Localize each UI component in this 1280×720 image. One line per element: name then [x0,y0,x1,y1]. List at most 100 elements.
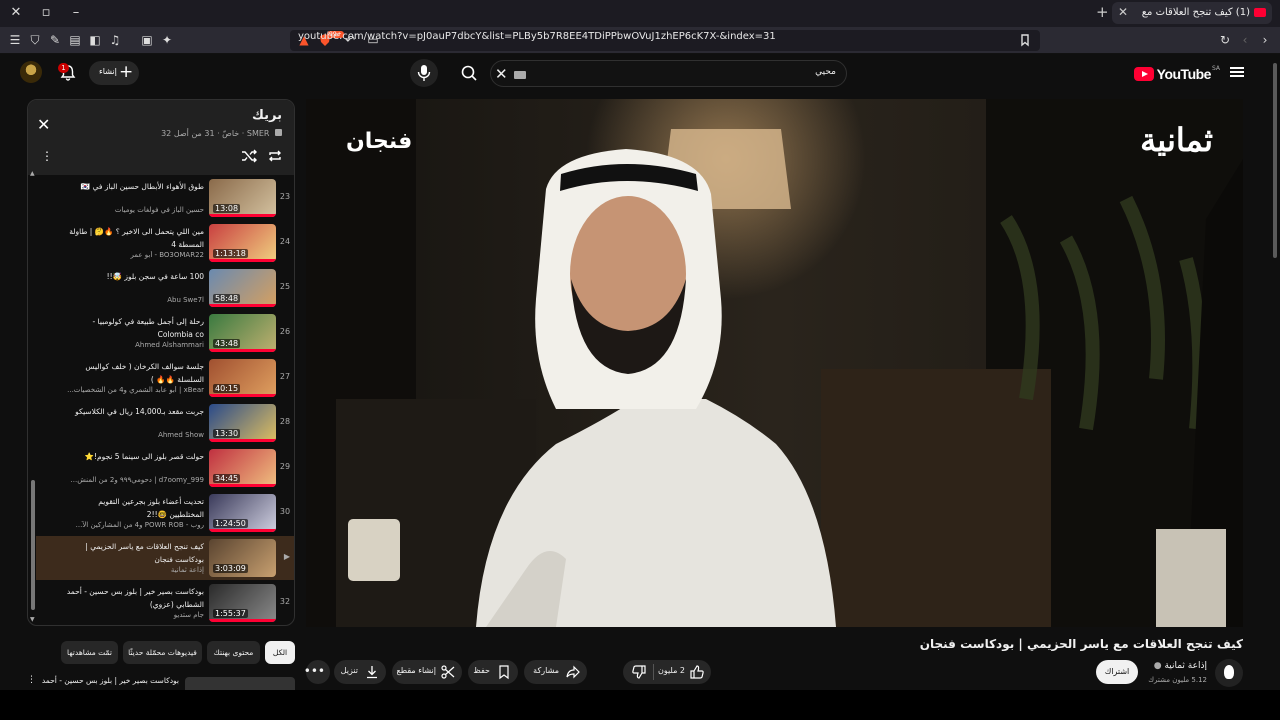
playlist-item-channel: xBear | أبو عابد الشمري و4 من الشخصيات..… [67,386,204,394]
guide-menu-icon[interactable] [1230,65,1244,79]
search-input[interactable]: محيي ✕ [490,60,847,87]
close-tab-icon[interactable]: ✕ [1118,5,1128,19]
search-button[interactable] [452,60,486,87]
clear-search-icon[interactable]: ✕ [495,65,508,83]
save-button[interactable]: حفظ [468,660,518,684]
video-duration: 1:55:37 [213,609,248,618]
channel-name[interactable]: إذاعة ثمانية [1164,661,1207,671]
browser-tab[interactable]: (1) كيف تنجح العلاقات مع ياسر ✕ [1112,2,1272,24]
dislike-icon[interactable] [631,664,647,680]
sidebar-icon[interactable]: ◧ [88,33,102,47]
video-thumbnail[interactable]: 1:24:50 [209,494,276,532]
music-icon[interactable]: ♫ [108,33,122,47]
save-icon [496,664,512,680]
playlist-item[interactable]: 29 34:45 حولت قصر بلوز الى سينما 5 نجوم!⭐ d… [36,446,294,490]
video-title[interactable]: بودكاست بصير خير | بلوز بس حسين - أحمد [42,676,179,685]
more-options-icon[interactable]: ⋮ [27,675,36,685]
chip-recently-uploaded[interactable]: فيديوهات محمّلة حديثًا [123,641,202,664]
close-playlist-icon[interactable]: ✕ [37,115,50,134]
chip-watched[interactable]: تمّت مشاهدتها [61,641,118,664]
create-button[interactable]: إنشاء + [89,61,139,85]
loop-icon[interactable] [266,147,284,165]
shuffle-icon[interactable] [240,147,258,165]
playlist-item-title[interactable]: جلسة سوالف الكرخان ( خلف كواليس السلسلة … [64,360,204,386]
voice-search-button[interactable] [410,59,438,87]
back-icon[interactable]: ‹ [1238,33,1252,47]
tabs-icon[interactable]: ▤ [68,33,82,47]
share-button[interactable]: مشاركة [524,660,587,684]
extensions-icon[interactable]: ✦ [160,33,174,47]
like-icon[interactable] [689,664,705,680]
playlist-item[interactable]: 30 1:24:50 تحديت أعضاء بلوز بجرعين التقويم… [36,491,294,535]
new-tab-button[interactable]: + [1096,3,1109,21]
youtube-logo[interactable]: YouTube SA [1133,65,1220,83]
clip-button[interactable]: إنشاء مقطع [392,660,462,684]
subscribe-button[interactable]: اشتراك [1096,660,1138,684]
forward-icon[interactable]: › [1258,33,1272,47]
playlist-item-title[interactable]: رحلة إلى أجمل طبيعة في كولومبيا - Colomb… [64,315,204,341]
more-actions-icon[interactable]: ⋮ [41,149,53,163]
minimize-window-icon[interactable]: – [66,4,86,22]
shield-icon[interactable]: ⛉ [28,33,42,47]
playlist-item-title[interactable]: 100 ساعة في سجن بلوز 🤯!! [64,270,204,283]
create-label: إنشاء [99,67,117,76]
video-player[interactable]: فنجان ثمانية [306,99,1243,627]
video-thumbnail[interactable]: 3:03:09 [209,539,276,577]
video-thumbnail[interactable]: 58:48 [209,269,276,307]
playlist-item-title[interactable]: مين اللي يتحمل الى الاخير ؟ 🔥🤔 | طاولة ا… [64,225,204,251]
download-button[interactable]: تنزيل [334,660,386,684]
maximize-window-icon[interactable]: ▫ [36,4,56,22]
playlist-item-title[interactable]: بودكاست بصير خير | بلوز بس حسين - أحمد ا… [64,585,204,611]
like-count[interactable]: 2 مليون [658,666,685,675]
keyboard-icon[interactable] [514,71,526,79]
close-window-icon[interactable]: ✕ [6,4,26,22]
playlist-item-current[interactable]: ▶ 3:03:09 كيف تنجح العلاقات مع ياسر الحزيم… [36,536,294,580]
url-text[interactable]: youtube.com/watch?v=pJ0auP7dbcY&list=PLB… [298,31,776,42]
playlist-subtitle: SMER · خاصّ · 31 من أصل 32 [161,129,282,138]
playlist-item[interactable]: 26 43:48 رحلة إلى أجمل طبيعة في كولومبيا -… [36,311,294,355]
playlist-item[interactable]: 27 40:15 جلسة سوالف الكرخان ( خلف كواليس ا… [36,356,294,400]
playlist-meta: SMER · خاصّ · 31 من أصل 32 [161,129,270,138]
bookmark-icon[interactable] [1018,33,1032,47]
more-actions-button[interactable]: ••• [304,660,330,684]
page-scroll-thumb[interactable] [1273,63,1277,258]
playlist-item[interactable]: 32 1:55:37 بودكاست بصير خير | بلوز بس حسين… [36,581,294,625]
playlist-next-preview[interactable]: بودكاست بصير خير | بلوز بس حسين - أحمد ⋮ [27,675,295,690]
window-icon[interactable]: ▣ [140,33,154,47]
video-thumbnail[interactable] [185,677,295,690]
playlist-item[interactable]: 24 1:13:18 مين اللي يتحمل الى الاخير ؟ 🔥🤔 … [36,221,294,265]
menu-icon[interactable]: ☰ [8,33,22,47]
pen-icon[interactable]: ✎ [48,33,62,47]
account-avatar[interactable] [20,61,42,83]
video-thumbnail[interactable]: 13:08 [209,179,276,217]
scroll-down-icon[interactable]: ▼ [30,616,35,623]
video-thumbnail[interactable]: 34:45 [209,449,276,487]
page-scrollbar[interactable] [1270,55,1280,690]
playlist-item-index: 27 [279,372,291,381]
playlist-item-index: 28 [279,417,291,426]
video-thumbnail[interactable]: 13:30 [209,404,276,442]
video-thumbnail[interactable]: 1:55:37 [209,584,276,622]
scroll-thumb[interactable] [31,480,35,610]
channel-avatar[interactable] [1215,659,1243,687]
playlist-item-title[interactable]: طوق الأهواء الأبطال حسين الباز في 🇰🇷 [64,180,204,193]
video-thumbnail[interactable]: 1:13:18 [209,224,276,262]
video-duration: 1:13:18 [213,249,248,258]
playlist-item[interactable]: 28 13:30 جربت مقعد بـ14,000 ريال في الكلاس… [36,401,294,445]
channel-info[interactable]: إذاعة ثمانية ● 5.12 مليون مشترك [1063,656,1243,690]
scroll-up-icon[interactable]: ▲ [30,170,35,177]
channel-name-row[interactable]: إذاعة ثمانية ● [1154,661,1207,671]
chip-all[interactable]: الكل [265,641,295,664]
playlist-item[interactable]: 25 58:48 100 ساعة في سجن بلوز 🤯!! Abu Swe7l [36,266,294,310]
playlist-item[interactable]: 23 13:08 طوق الأهواء الأبطال حسين الباز في… [36,176,294,220]
share-icon [565,664,581,680]
video-thumbnail[interactable]: 43:48 [209,314,276,352]
playlist-item-title[interactable]: جربت مقعد بـ14,000 ريال في الكلاسيكو [64,405,204,418]
playlist-item-title[interactable]: كيف تنجح العلاقات مع ياسر الحزيمي | بودك… [64,540,204,566]
playlist-title[interactable]: بريك [252,108,282,123]
playlist-item-title[interactable]: حولت قصر بلوز الى سينما 5 نجوم!⭐ [64,450,204,463]
playlist-item-title[interactable]: تحديت أعضاء بلوز بجرعين التقويم المختلطي… [64,495,204,521]
reload-icon[interactable]: ↻ [1218,33,1232,47]
video-thumbnail[interactable]: 40:15 [209,359,276,397]
chip-for-you[interactable]: محتوى بهنتك [207,641,260,664]
